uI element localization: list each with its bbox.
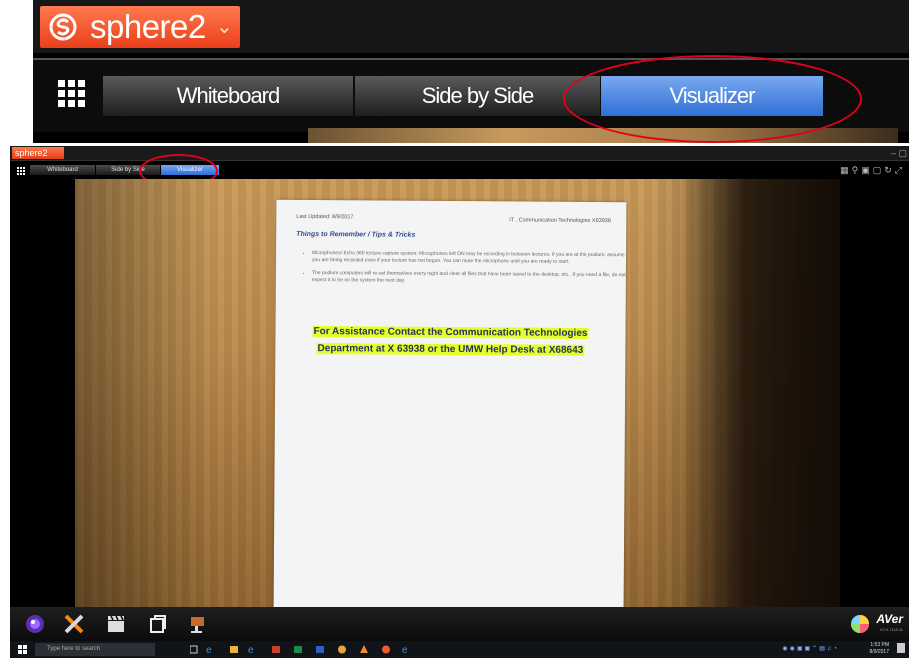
bottom-toolbar [10, 607, 909, 641]
title-bar [10, 146, 909, 160]
svg-text:e: e [248, 645, 254, 655]
inset-tab-whiteboard[interactable]: Whiteboard [103, 76, 353, 116]
aver-version: V2.5.7118.11 [879, 627, 903, 632]
doc-bullets: Microphones/ Echo 360 lecture capture sy… [298, 250, 627, 292]
presenter-icon[interactable] [186, 613, 208, 635]
right-tools[interactable]: ▦⚲▣▢↻⤢ [840, 165, 905, 175]
app-logo-button[interactable]: sphere2 [12, 147, 64, 159]
document-sheet: Last Updated: 8/9/2017 IT , Communicatio… [273, 199, 627, 609]
doc-bullet: Microphones/ Echo 360 lecture capture sy… [312, 250, 627, 266]
copy-icon[interactable] [147, 613, 169, 635]
svg-text:e: e [206, 645, 212, 655]
taskbar-clock[interactable]: 1:53 PM 8/9/2017 [870, 642, 889, 656]
apps-grid-icon[interactable] [58, 80, 86, 108]
doc-last-updated: Last Updated: 8/9/2017 [296, 213, 354, 221]
rotate-icon[interactable]: ↻ [884, 165, 895, 175]
fullscreen-icon[interactable]: ⤢ [895, 165, 905, 175]
doc-dept-header: IT , Communication Technologies X63938 [509, 217, 611, 225]
taskbar-date: 8/9/2017 [869, 649, 889, 655]
doc-bullet: The podium computers will re-set themsel… [312, 270, 627, 286]
aver-logo: AVer [876, 612, 903, 626]
inset-app-logo-button[interactable]: sphere2 ⌄ [40, 6, 240, 48]
tab-whiteboard[interactable]: Whiteboard [30, 165, 95, 175]
inset-app-name: sphere2 [90, 8, 206, 45]
taskbar-search-placeholder: Type here to search [47, 646, 101, 652]
fit-icon[interactable]: ▢ [873, 165, 885, 175]
doc-heading: Things to Remember / Tips & Tricks [296, 230, 416, 239]
visualizer-camera-feed: Last Updated: 8/9/2017 IT , Communicatio… [75, 179, 840, 609]
apps-grid-icon[interactable] [17, 167, 25, 175]
zoomed-inset: sphere2 ⌄ Whiteboard Side by Side Visual… [33, 0, 909, 143]
taskbar-search-box[interactable]: Type here to search [35, 643, 155, 656]
sphere-logo-icon [49, 13, 77, 41]
inset-highlight-circle [563, 55, 862, 143]
doc-highlight-line-2: Department at X 63938 or the UMW Help De… [316, 343, 585, 356]
clapperboard-icon[interactable] [105, 613, 127, 635]
tools-icon[interactable] [63, 613, 85, 635]
sphere2-window: sphere2 – ▢ Whiteboard Side by Side Visu… [10, 146, 909, 658]
zoom-icon[interactable]: ⚲ [852, 165, 862, 175]
dropdown-caret-icon: ⌄ [216, 16, 233, 38]
windows-start-icon[interactable] [18, 645, 27, 654]
taskbar-pinned-apps[interactable]: e e e [190, 644, 460, 655]
camera-lens-icon[interactable] [24, 613, 46, 635]
svg-text:e: e [402, 645, 408, 655]
system-tray-icons[interactable]: ◉◉▣▣⌃▤♫◔ [782, 645, 839, 652]
window-icon[interactable]: ▣ [861, 165, 873, 175]
window-controls[interactable]: – ▢ [891, 147, 907, 159]
taskbar-time: 1:53 PM [870, 642, 889, 648]
action-center-icon[interactable] [897, 643, 905, 653]
color-wheel-icon[interactable] [849, 613, 871, 635]
shadow-region [680, 179, 840, 609]
grid-tool-icon[interactable]: ▦ [840, 165, 852, 175]
